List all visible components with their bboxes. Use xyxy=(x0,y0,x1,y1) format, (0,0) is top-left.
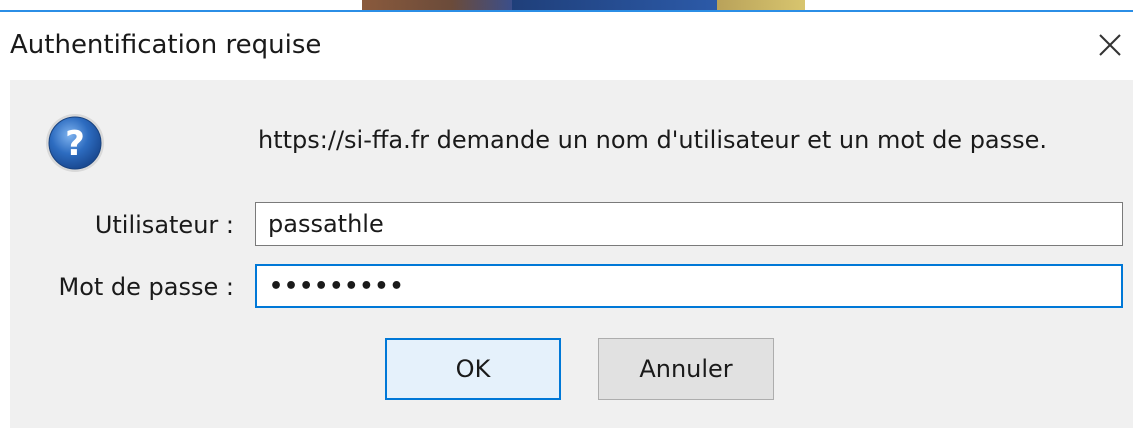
username-value: passathle xyxy=(268,210,384,238)
title-bar: Authentification requise xyxy=(0,12,1133,78)
auth-message: https://si-ffa.fr demande un nom d'utili… xyxy=(258,126,1048,154)
background-image-fragment xyxy=(512,0,717,10)
dialog-body: ? https://si-ffa.fr demande un nom d'uti… xyxy=(10,80,1133,428)
dialog-title: Authentification requise xyxy=(10,30,322,60)
ok-button[interactable]: OK xyxy=(385,338,561,400)
password-mask: ••••••••• xyxy=(269,273,405,299)
background-image-fragment xyxy=(717,0,805,10)
question-icon: ? xyxy=(44,112,106,174)
close-icon xyxy=(1097,32,1123,58)
close-button[interactable] xyxy=(1087,12,1133,78)
cancel-button-label: Annuler xyxy=(639,355,733,383)
password-label: Mot de passe : xyxy=(58,273,235,301)
background-image-fragment xyxy=(362,0,512,10)
svg-text:?: ? xyxy=(65,124,85,164)
ok-button-label: OK xyxy=(455,355,491,383)
cancel-button[interactable]: Annuler xyxy=(598,338,774,400)
auth-dialog-window: Authentification requise ? https://si-ff… xyxy=(0,0,1133,428)
password-field[interactable]: ••••••••• xyxy=(255,264,1123,308)
username-label: Utilisateur : xyxy=(94,211,234,239)
username-field[interactable]: passathle xyxy=(255,202,1123,246)
